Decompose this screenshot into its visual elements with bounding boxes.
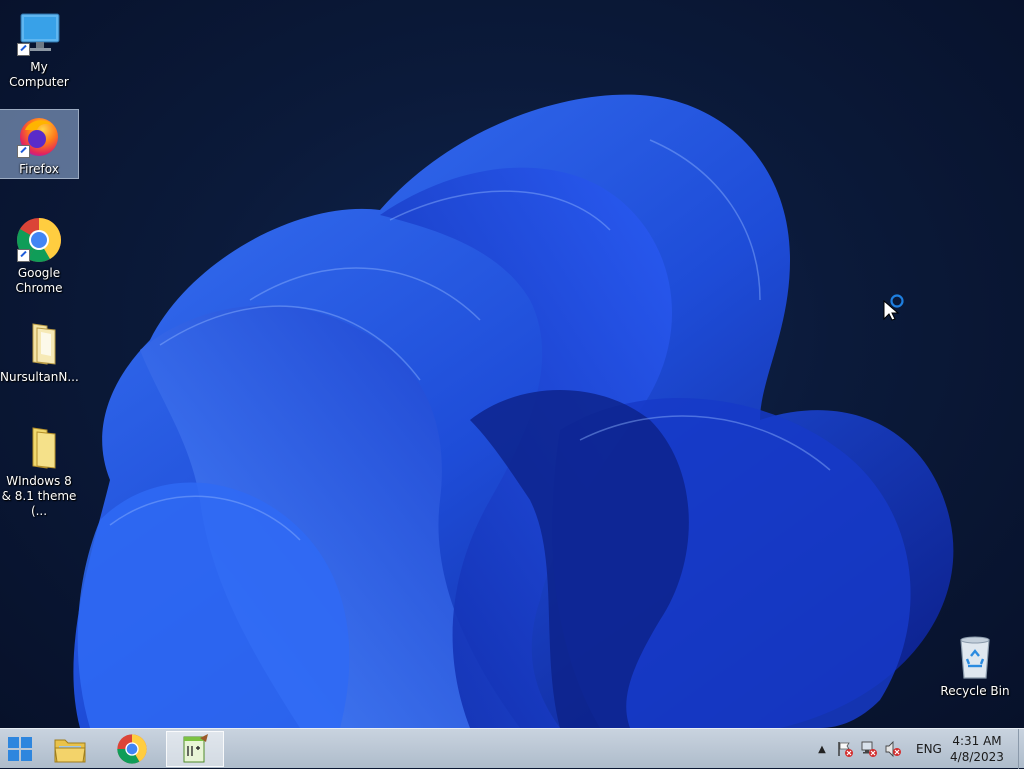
clock-date: 4/8/2023: [950, 750, 1004, 764]
taskbar-notepad-plus-plus-button[interactable]: [166, 731, 224, 767]
notepad-plus-plus-icon: [183, 734, 208, 763]
folder-icon: [54, 739, 86, 763]
shortcut-arrow-icon: [17, 145, 30, 158]
shortcut-arrow-icon: [17, 249, 30, 262]
shortcut-arrow-icon: [17, 43, 30, 56]
desktop-icon-label: Google Chrome: [15, 266, 63, 295]
taskbar-clock[interactable]: 4:31 AM 4/8/2023: [936, 733, 1018, 765]
taskbar-file-explorer-button[interactable]: [44, 731, 96, 767]
chrome-icon: [15, 216, 63, 264]
desktop-icon-firefox[interactable]: Firefox: [0, 109, 79, 179]
desktop-icon-label: NursultanN...: [0, 370, 79, 384]
mouse-cursor-busy: [883, 293, 909, 321]
desktop-icon-label: WIndows 8 & 8.1 theme (...: [1, 474, 77, 518]
show-desktop-button[interactable]: [1018, 729, 1024, 769]
chrome-icon: [117, 734, 147, 764]
desktop-icon-label: Recycle Bin: [940, 684, 1010, 698]
desktop-icon-folder-windows-theme[interactable]: WIndows 8 & 8.1 theme (...: [0, 422, 78, 519]
volume-muted-icon[interactable]: [884, 740, 902, 758]
network-icon[interactable]: [860, 740, 878, 758]
firefox-icon: [15, 112, 63, 160]
monitor-icon: [15, 10, 63, 58]
desktop-icon-folder-nursultan[interactable]: NursultanN...: [0, 318, 79, 385]
desktop-icon-google-chrome[interactable]: Google Chrome: [0, 214, 78, 296]
desktop-icon-my-computer[interactable]: My Computer: [0, 8, 78, 90]
taskbar: ▲ ENG 4:31 AM 4/8/2023: [0, 728, 1024, 769]
desktop-wallpaper: [0, 0, 1024, 728]
desktop-icon-label: My Computer: [9, 60, 69, 89]
windows-logo-icon: [8, 737, 32, 761]
recycle-bin-icon: [951, 634, 999, 682]
start-button[interactable]: [0, 731, 40, 767]
folder-icon: [15, 320, 63, 368]
desktop-icon-label: Firefox: [19, 162, 59, 176]
taskbar-chrome-button[interactable]: [106, 731, 158, 767]
desktop-icon-recycle-bin[interactable]: Recycle Bin: [936, 632, 1014, 699]
folder-icon: [15, 424, 63, 472]
clock-time: 4:31 AM: [952, 734, 1002, 748]
show-hidden-icons-chevron-icon[interactable]: ▲: [814, 744, 830, 755]
bloom-wallpaper-art: [73, 94, 954, 728]
action-center-flag-icon[interactable]: [836, 740, 854, 758]
system-tray: ▲ ENG: [814, 729, 942, 769]
